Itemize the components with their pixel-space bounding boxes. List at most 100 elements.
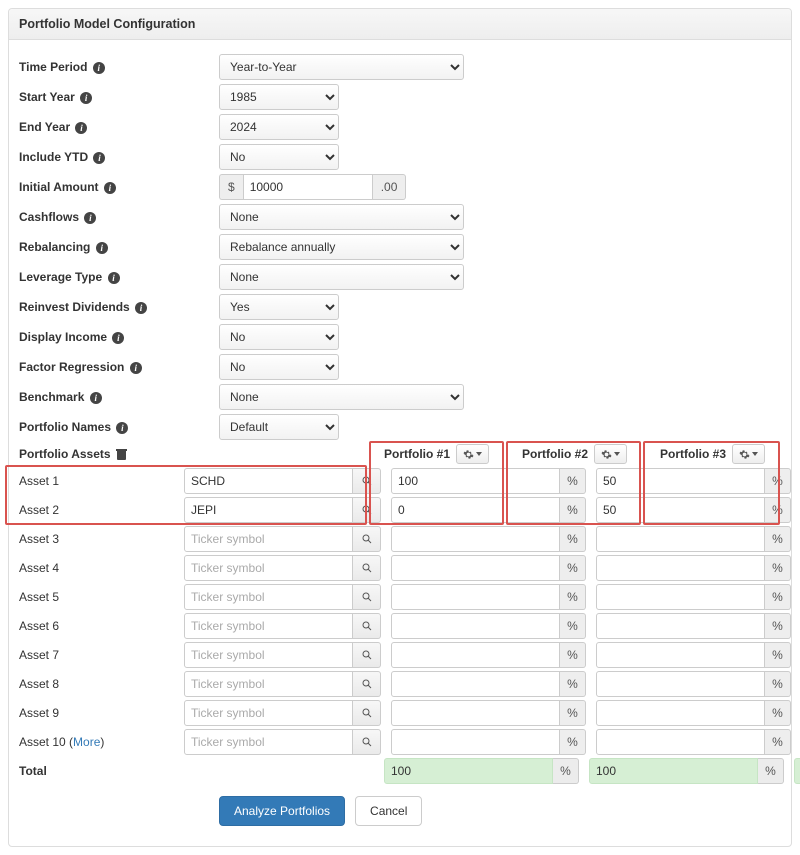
ticker-search-button[interactable] (353, 526, 381, 552)
percent-sign: % (560, 497, 586, 523)
info-icon[interactable]: i (112, 332, 124, 344)
asset-label: Asset 6 (19, 617, 174, 635)
search-icon (361, 504, 373, 516)
ticker-input[interactable] (184, 497, 353, 523)
ticker-input[interactable] (184, 584, 353, 610)
ticker-input[interactable] (184, 700, 353, 726)
total-cell-3: % (794, 758, 800, 784)
ticker-search-button[interactable] (353, 497, 381, 523)
ticker-search-button[interactable] (353, 468, 381, 494)
trash-icon[interactable] (116, 449, 127, 461)
start-year-select[interactable]: 1985 (219, 84, 339, 110)
allocation-input[interactable] (596, 642, 765, 668)
analyze-button[interactable]: Analyze Portfolios (219, 796, 345, 826)
allocation-input[interactable] (596, 700, 765, 726)
allocation-input[interactable] (391, 613, 560, 639)
allocation-input[interactable] (596, 584, 765, 610)
label-time-period: Time Period i (19, 58, 219, 76)
allocation-input[interactable] (391, 555, 560, 581)
info-icon[interactable]: i (93, 62, 105, 74)
allocation-input[interactable] (391, 642, 560, 668)
ticker-input[interactable] (184, 555, 353, 581)
caret-down-icon (752, 452, 758, 456)
percent-sign: % (765, 526, 791, 552)
benchmark-select[interactable]: None (219, 384, 464, 410)
info-icon[interactable]: i (90, 392, 102, 404)
config-panel: Portfolio Model Configuration Time Perio… (8, 8, 792, 847)
info-icon[interactable]: i (130, 362, 142, 374)
ticker-input[interactable] (184, 642, 353, 668)
display-income-select[interactable]: No (219, 324, 339, 350)
search-icon (361, 475, 373, 487)
portfolio-names-select[interactable]: Default (219, 414, 339, 440)
ticker-input[interactable] (184, 468, 353, 494)
time-period-select[interactable]: Year-to-Year (219, 54, 464, 80)
factor-regression-select[interactable]: No (219, 354, 339, 380)
info-icon[interactable]: i (135, 302, 147, 314)
percent-sign: % (560, 613, 586, 639)
allocation-input[interactable] (596, 555, 765, 581)
percent-sign: % (560, 584, 586, 610)
info-icon[interactable]: i (80, 92, 92, 104)
asset-row: Asset 3%%% (19, 526, 781, 552)
total-value-1 (384, 758, 553, 784)
percent-sign: % (765, 555, 791, 581)
more-assets-link[interactable]: More (73, 735, 100, 749)
cancel-button[interactable]: Cancel (355, 796, 422, 826)
total-label: Total (19, 762, 174, 780)
allocation-input[interactable] (391, 700, 560, 726)
rebalancing-select[interactable]: Rebalance annually (219, 234, 464, 260)
allocation-input[interactable] (596, 671, 765, 697)
ticker-search-button[interactable] (353, 613, 381, 639)
percent-sign: % (560, 642, 586, 668)
ticker-input[interactable] (184, 526, 353, 552)
ticker-input[interactable] (184, 671, 353, 697)
allocation-input[interactable] (391, 497, 560, 523)
ticker-search-button[interactable] (353, 642, 381, 668)
allocation-input[interactable] (391, 671, 560, 697)
search-icon (361, 533, 373, 545)
info-icon[interactable]: i (75, 122, 87, 134)
allocation-input[interactable] (391, 729, 560, 755)
search-icon (361, 562, 373, 574)
info-icon[interactable]: i (96, 242, 108, 254)
reinvest-dividends-select[interactable]: Yes (219, 294, 339, 320)
end-year-select[interactable]: 2024 (219, 114, 339, 140)
portfolio-settings-button-1[interactable] (456, 444, 489, 464)
info-icon[interactable]: i (93, 152, 105, 164)
ticker-search-button[interactable] (353, 584, 381, 610)
allocation-input[interactable] (391, 468, 560, 494)
info-icon[interactable]: i (84, 212, 96, 224)
portfolio-settings-button-3[interactable] (732, 444, 765, 464)
allocation-input[interactable] (391, 526, 560, 552)
search-icon (361, 620, 373, 632)
allocation-input[interactable] (391, 584, 560, 610)
asset-row: Asset 6%%% (19, 613, 781, 639)
info-icon[interactable]: i (108, 272, 120, 284)
include-ytd-select[interactable]: No (219, 144, 339, 170)
portfolio-header-1: Portfolio #1 (384, 444, 512, 464)
caret-down-icon (614, 452, 620, 456)
cashflows-select[interactable]: None (219, 204, 464, 230)
search-icon (361, 591, 373, 603)
total-cell-2: % (589, 758, 784, 784)
ticker-search-button[interactable] (353, 671, 381, 697)
initial-amount-input[interactable] (243, 174, 373, 200)
ticker-search-button[interactable] (353, 729, 381, 755)
ticker-input[interactable] (184, 613, 353, 639)
portfolio-settings-button-2[interactable] (594, 444, 627, 464)
allocation-input[interactable] (596, 468, 765, 494)
asset-label: Asset 2 (19, 501, 174, 519)
info-icon[interactable]: i (116, 422, 128, 434)
allocation-input[interactable] (596, 526, 765, 552)
allocation-input[interactable] (596, 613, 765, 639)
ticker-search-button[interactable] (353, 555, 381, 581)
leverage-type-select[interactable]: None (219, 264, 464, 290)
info-icon[interactable]: i (104, 182, 116, 194)
asset-row: Asset 2%%% (19, 497, 781, 523)
allocation-input[interactable] (596, 729, 765, 755)
asset-row: Asset 5%%% (19, 584, 781, 610)
ticker-input[interactable] (184, 729, 353, 755)
allocation-input[interactable] (596, 497, 765, 523)
ticker-search-button[interactable] (353, 700, 381, 726)
